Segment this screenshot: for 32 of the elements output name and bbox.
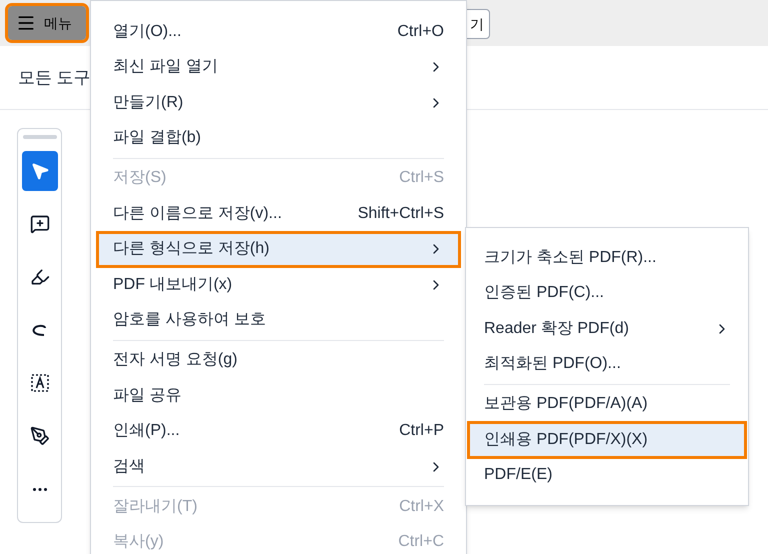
highlighter-icon — [30, 266, 50, 287]
menu-item[interactable]: 다른 형식으로 저장(h) — [97, 232, 460, 267]
menu-item[interactable]: Reader 확장 PDF(d) — [468, 311, 746, 346]
pointer-icon — [30, 160, 50, 181]
menu-item[interactable]: 파일 공유 — [97, 378, 460, 414]
menu-item[interactable]: 인증된 PDF(C)... — [468, 276, 746, 311]
shortcut-text: Ctrl+S — [399, 168, 444, 188]
comment-icon — [30, 214, 50, 234]
panel-heading: 모든 도구 — [18, 66, 91, 89]
shortcut-text: Ctrl+C — [398, 532, 444, 552]
menu-item[interactable]: 최적화된 PDF(O)... — [468, 346, 746, 386]
shortcut-text: Ctrl+O — [397, 22, 444, 42]
menu-item[interactable]: 최신 파일 열기 — [97, 50, 460, 85]
menu-item[interactable]: 파일 결합(b) — [97, 120, 460, 160]
menu-item[interactable]: 전자 서명 요청(g) — [97, 342, 460, 378]
text-select-icon — [30, 372, 50, 393]
menu-item[interactable]: PDF 내보내기(x) — [97, 267, 460, 302]
menu-item[interactable]: 크기가 축소된 PDF(R)... — [468, 240, 746, 276]
menu-item[interactable]: 보관용 PDF(PDF/A)(A) — [468, 386, 746, 422]
shortcut-text: Ctrl+X — [399, 496, 444, 517]
more-icon — [32, 488, 46, 491]
menu-button[interactable]: 메뉴 — [8, 6, 86, 40]
menu-item[interactable]: 인쇄용 PDF(PDF/X)(X) — [468, 422, 746, 458]
pen-icon — [30, 426, 50, 446]
menu-item[interactable]: 만들기(R) — [97, 85, 460, 120]
menu-item[interactable]: 검색 — [97, 449, 460, 489]
menu-item[interactable]: PDF/E(E) — [468, 458, 746, 493]
shortcut-text: Ctrl+P — [399, 421, 444, 442]
shortcut-text: Shift+Ctrl+S — [358, 204, 444, 224]
menu-item[interactable]: 인쇄(P)... Ctrl+P — [97, 414, 460, 449]
menu-item[interactable]: 암호를 사용하여 보호 — [97, 302, 460, 342]
menu-item[interactable]: 다른 이름으로 저장(v)... Shift+Ctrl+S — [97, 196, 460, 232]
